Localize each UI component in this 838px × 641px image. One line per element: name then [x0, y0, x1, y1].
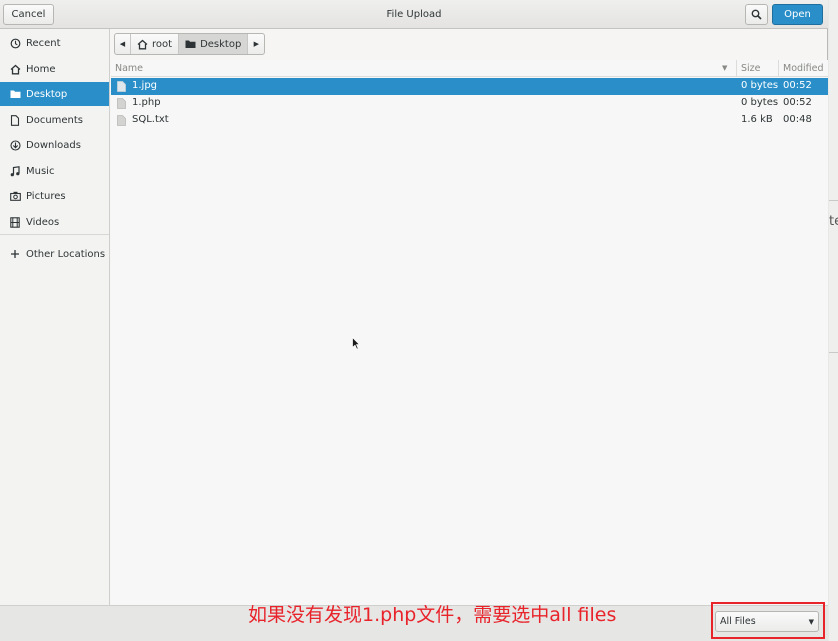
- home-icon: [137, 39, 148, 50]
- folder-icon: [9, 88, 21, 100]
- open-button[interactable]: Open: [772, 4, 823, 25]
- file-row[interactable]: 1.php 0 bytes 00:52: [111, 95, 828, 112]
- column-header-modified[interactable]: Modified: [778, 60, 828, 77]
- path-bar: ◀ root Desktop ▶: [114, 33, 266, 55]
- music-icon: [9, 165, 21, 177]
- background-window: [829, 0, 838, 641]
- column-header-name[interactable]: Name: [111, 60, 736, 77]
- sidebar-item-documents[interactable]: Documents: [0, 108, 109, 132]
- filter-selected-value: All Files: [720, 616, 756, 627]
- file-type-filter-select[interactable]: All Files ▼: [715, 611, 819, 632]
- background-divider: [829, 352, 838, 353]
- file-chooser-dialog: File Upload Cancel Open Recent Home Desk…: [0, 0, 828, 641]
- search-button[interactable]: [745, 4, 768, 25]
- sidebar-divider: [0, 234, 109, 235]
- file-list: Name ▼ Size Modified 1.jpg 0 bytes 00:52…: [111, 60, 828, 605]
- sidebar-item-label: Desktop: [26, 88, 68, 100]
- sidebar-item-label: Recent: [26, 37, 61, 49]
- chevron-left-icon: ◀: [119, 40, 126, 48]
- file-icon: [117, 115, 126, 126]
- plus-icon: [9, 248, 21, 260]
- background-window-text: te: [829, 214, 838, 229]
- file-modified: 00:48: [783, 114, 812, 125]
- sidebar-item-label: Documents: [26, 114, 84, 126]
- file-modified: 00:52: [783, 80, 812, 91]
- sidebar-item-desktop[interactable]: Desktop: [0, 82, 109, 106]
- places-sidebar: Recent Home Desktop Documents Downloads: [0, 29, 110, 605]
- dialog-title: File Upload: [386, 9, 442, 20]
- film-icon: [9, 216, 21, 228]
- sidebar-item-pictures[interactable]: Pictures: [0, 184, 109, 208]
- file-row[interactable]: SQL.txt 1.6 kB 00:48: [111, 112, 828, 129]
- file-modified: 00:52: [783, 97, 812, 108]
- path-segment-desktop[interactable]: Desktop: [179, 34, 249, 54]
- chevron-down-icon: ▼: [808, 618, 814, 626]
- annotation-text: 如果没有发现1.php文件，需要选中all files: [248, 604, 617, 626]
- file-name: 1.jpg: [132, 80, 158, 91]
- download-icon: [9, 139, 21, 151]
- path-segment-root[interactable]: root: [131, 34, 180, 54]
- sort-descending-icon: ▼: [722, 64, 728, 72]
- file-size: 0 bytes: [741, 97, 779, 108]
- path-segment-label: Desktop: [200, 38, 242, 50]
- clock-icon: [9, 37, 21, 49]
- file-icon: [117, 98, 126, 109]
- file-size: 1.6 kB: [741, 114, 773, 125]
- cancel-button[interactable]: Cancel: [3, 4, 54, 25]
- sidebar-item-videos[interactable]: Videos: [0, 210, 109, 234]
- path-back-button[interactable]: ◀: [115, 34, 131, 54]
- folder-icon: [185, 39, 196, 49]
- document-icon: [9, 114, 21, 126]
- header-bar: File Upload Cancel Open: [0, 0, 828, 29]
- sidebar-item-label: Home: [26, 63, 56, 75]
- home-icon: [9, 63, 21, 75]
- chevron-right-icon: ▶: [253, 40, 259, 48]
- search-icon: [751, 9, 762, 20]
- sidebar-item-downloads[interactable]: Downloads: [0, 133, 109, 157]
- mouse-pointer-icon: [352, 337, 360, 350]
- sidebar-item-label: Music: [26, 165, 55, 177]
- sidebar-item-recent[interactable]: Recent: [0, 31, 109, 55]
- path-forward-button[interactable]: ▶: [248, 34, 264, 54]
- file-icon: [117, 81, 126, 92]
- file-size: 0 bytes: [741, 80, 779, 91]
- sidebar-item-home[interactable]: Home: [0, 57, 109, 81]
- background-divider: [829, 200, 838, 201]
- file-row[interactable]: 1.jpg 0 bytes 00:52: [111, 78, 828, 95]
- sidebar-item-label: Other Locations: [26, 248, 106, 260]
- file-name: SQL.txt: [132, 114, 169, 125]
- file-name: 1.php: [132, 97, 161, 108]
- camera-icon: [9, 190, 21, 202]
- sidebar-item-other-locations[interactable]: Other Locations: [0, 242, 109, 266]
- sidebar-item-label: Videos: [26, 216, 60, 228]
- sidebar-item-label: Downloads: [26, 139, 81, 151]
- column-header-size[interactable]: Size: [736, 60, 778, 77]
- sidebar-item-music[interactable]: Music: [0, 159, 109, 183]
- sidebar-item-label: Pictures: [26, 190, 66, 202]
- path-segment-label: root: [152, 38, 173, 50]
